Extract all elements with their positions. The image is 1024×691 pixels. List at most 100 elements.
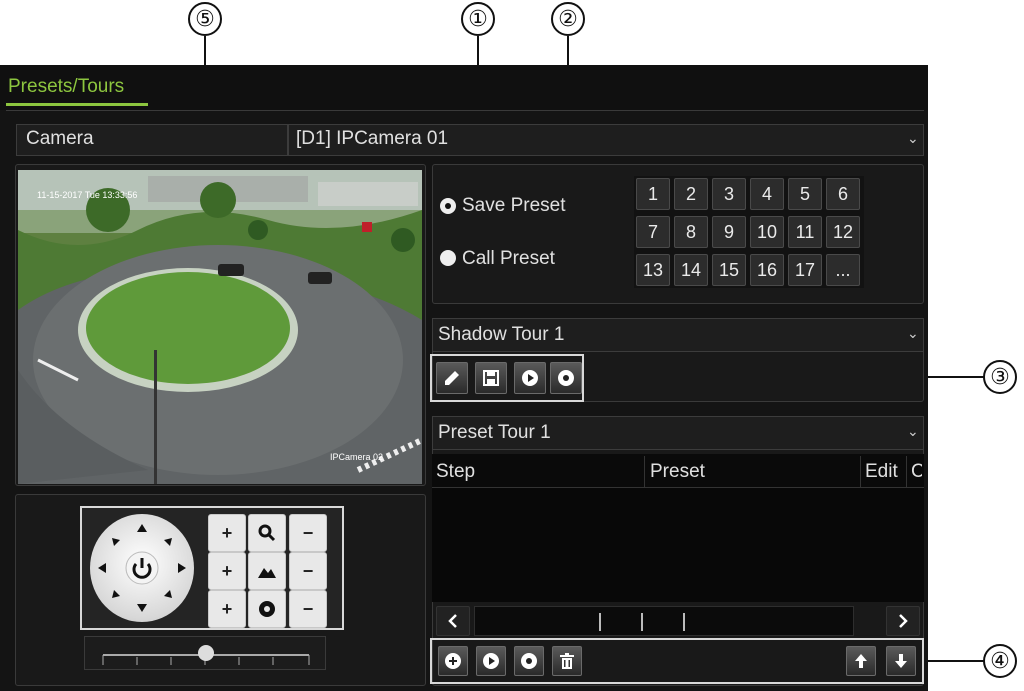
preset-button[interactable]: 11: [788, 216, 822, 248]
scrollbar-grip: [683, 613, 685, 631]
arrow-left-icon: [98, 563, 106, 573]
tab-separator: [6, 110, 924, 111]
column-divider: [860, 456, 861, 488]
horizontal-scrollbar[interactable]: [474, 606, 854, 636]
stop-icon: [521, 653, 537, 669]
chevron-down-icon[interactable]: ⌄: [907, 423, 919, 440]
preset-tour-value: Preset Tour 1: [438, 422, 551, 443]
iris-icon: [259, 601, 275, 617]
focus-mountain-icon: [258, 568, 276, 578]
play-icon: [522, 370, 538, 386]
callout-1: ①: [461, 2, 495, 36]
preset-button[interactable]: 15: [712, 254, 746, 286]
arrow-up-icon: [137, 524, 147, 532]
arrow-up-icon: [855, 654, 867, 668]
preset-button[interactable]: 5: [788, 178, 822, 210]
preset-button[interactable]: 16: [750, 254, 784, 286]
preset-button[interactable]: 7: [636, 216, 670, 248]
callout-2: ②: [551, 2, 585, 36]
zoom-label: [248, 514, 286, 552]
arrow-down-icon: [895, 654, 907, 668]
ptz-speed-slider[interactable]: [84, 636, 326, 670]
ptz-direction-pad[interactable]: [90, 514, 194, 622]
play-icon: [483, 653, 499, 669]
scroll-left-button[interactable]: [436, 606, 470, 636]
scrollbar-thumb[interactable]: [475, 607, 853, 635]
live-video: [18, 170, 422, 484]
edit-tour-button[interactable]: [436, 362, 468, 394]
video-scene: [18, 170, 422, 484]
tab-active-indicator: [6, 103, 148, 106]
preset-button[interactable]: 1: [636, 178, 670, 210]
preset-button[interactable]: 12: [826, 216, 860, 248]
scrollbar-grip: [599, 613, 601, 631]
call-preset-label: Call Preset: [462, 248, 555, 269]
pencil-icon: [445, 371, 459, 385]
save-preset-label: Save Preset: [462, 195, 566, 216]
chevron-down-icon[interactable]: ⌄: [907, 325, 919, 342]
focus-near-button[interactable]: +: [208, 552, 246, 590]
column-header-edit: Edit: [865, 461, 898, 482]
chevron-down-icon[interactable]: ⌄: [907, 130, 919, 147]
arrow-down-right-icon: [164, 590, 172, 598]
arrow-up-left-icon: [112, 538, 120, 546]
camera-select-value: [D1] IPCamera 01: [296, 128, 449, 149]
scrollbar-grip: [641, 613, 643, 631]
arrow-up-right-icon: [164, 538, 172, 546]
focus-label: [248, 552, 286, 590]
shadow-tour-value: Shadow Tour 1: [438, 324, 565, 345]
preset-more-button[interactable]: ...: [826, 254, 860, 286]
zoom-in-button[interactable]: +: [208, 514, 246, 552]
add-icon: [445, 653, 461, 669]
stop-tour-button[interactable]: [550, 362, 582, 394]
callout-4-leader: [924, 660, 984, 662]
preset-button[interactable]: 2: [674, 178, 708, 210]
preset-tour-table-body: [432, 488, 924, 602]
slider-track: [102, 645, 310, 665]
column-header-clip: C: [907, 456, 922, 488]
magnifier-icon: [258, 524, 276, 542]
column-divider: [644, 456, 645, 488]
chevron-right-icon: [899, 614, 908, 628]
iris-open-button[interactable]: +: [208, 590, 246, 628]
stop-preset-tour-button[interactable]: [514, 646, 544, 676]
preset-button[interactable]: 3: [712, 178, 746, 210]
arrow-right-icon: [178, 563, 186, 573]
camera-label: Camera: [26, 128, 94, 149]
play-preset-tour-button[interactable]: [476, 646, 506, 676]
column-header-step: Step: [436, 461, 476, 482]
chevron-left-icon: [448, 614, 457, 628]
preset-button[interactable]: 13: [636, 254, 670, 286]
preset-button[interactable]: 10: [750, 216, 784, 248]
preset-button[interactable]: 6: [826, 178, 860, 210]
add-step-button[interactable]: [438, 646, 468, 676]
callout-5: ⑤: [188, 2, 222, 36]
preset-button[interactable]: 8: [674, 216, 708, 248]
iris-close-button[interactable]: −: [289, 590, 327, 628]
tab-presets-tours[interactable]: Presets/Tours: [8, 76, 124, 98]
preset-button[interactable]: 4: [750, 178, 784, 210]
save-disk-icon: [483, 370, 499, 386]
preset-button[interactable]: 14: [674, 254, 708, 286]
preset-button[interactable]: 17: [788, 254, 822, 286]
iris-label: [248, 590, 286, 628]
preset-button[interactable]: 9: [712, 216, 746, 248]
stop-icon: [558, 370, 574, 386]
move-down-button[interactable]: [886, 646, 916, 676]
callout-4: ④: [983, 644, 1017, 678]
trash-icon: [560, 653, 574, 669]
video-timestamp: 11-15-2017 Tue 13:33:56: [37, 190, 138, 200]
zoom-out-button[interactable]: −: [289, 514, 327, 552]
save-tour-button[interactable]: [475, 362, 507, 394]
call-preset-radio[interactable]: [440, 250, 456, 266]
delete-step-button[interactable]: [552, 646, 582, 676]
video-camera-name: IPCamera 02: [330, 452, 384, 462]
column-header-preset: Preset: [650, 461, 705, 482]
focus-far-button[interactable]: −: [289, 552, 327, 590]
column-header-extra: C: [911, 461, 922, 482]
save-preset-radio[interactable]: [440, 198, 456, 214]
move-up-button[interactable]: [846, 646, 876, 676]
scroll-right-button[interactable]: [886, 606, 920, 636]
arrow-down-left-icon: [112, 590, 120, 598]
play-tour-button[interactable]: [514, 362, 546, 394]
